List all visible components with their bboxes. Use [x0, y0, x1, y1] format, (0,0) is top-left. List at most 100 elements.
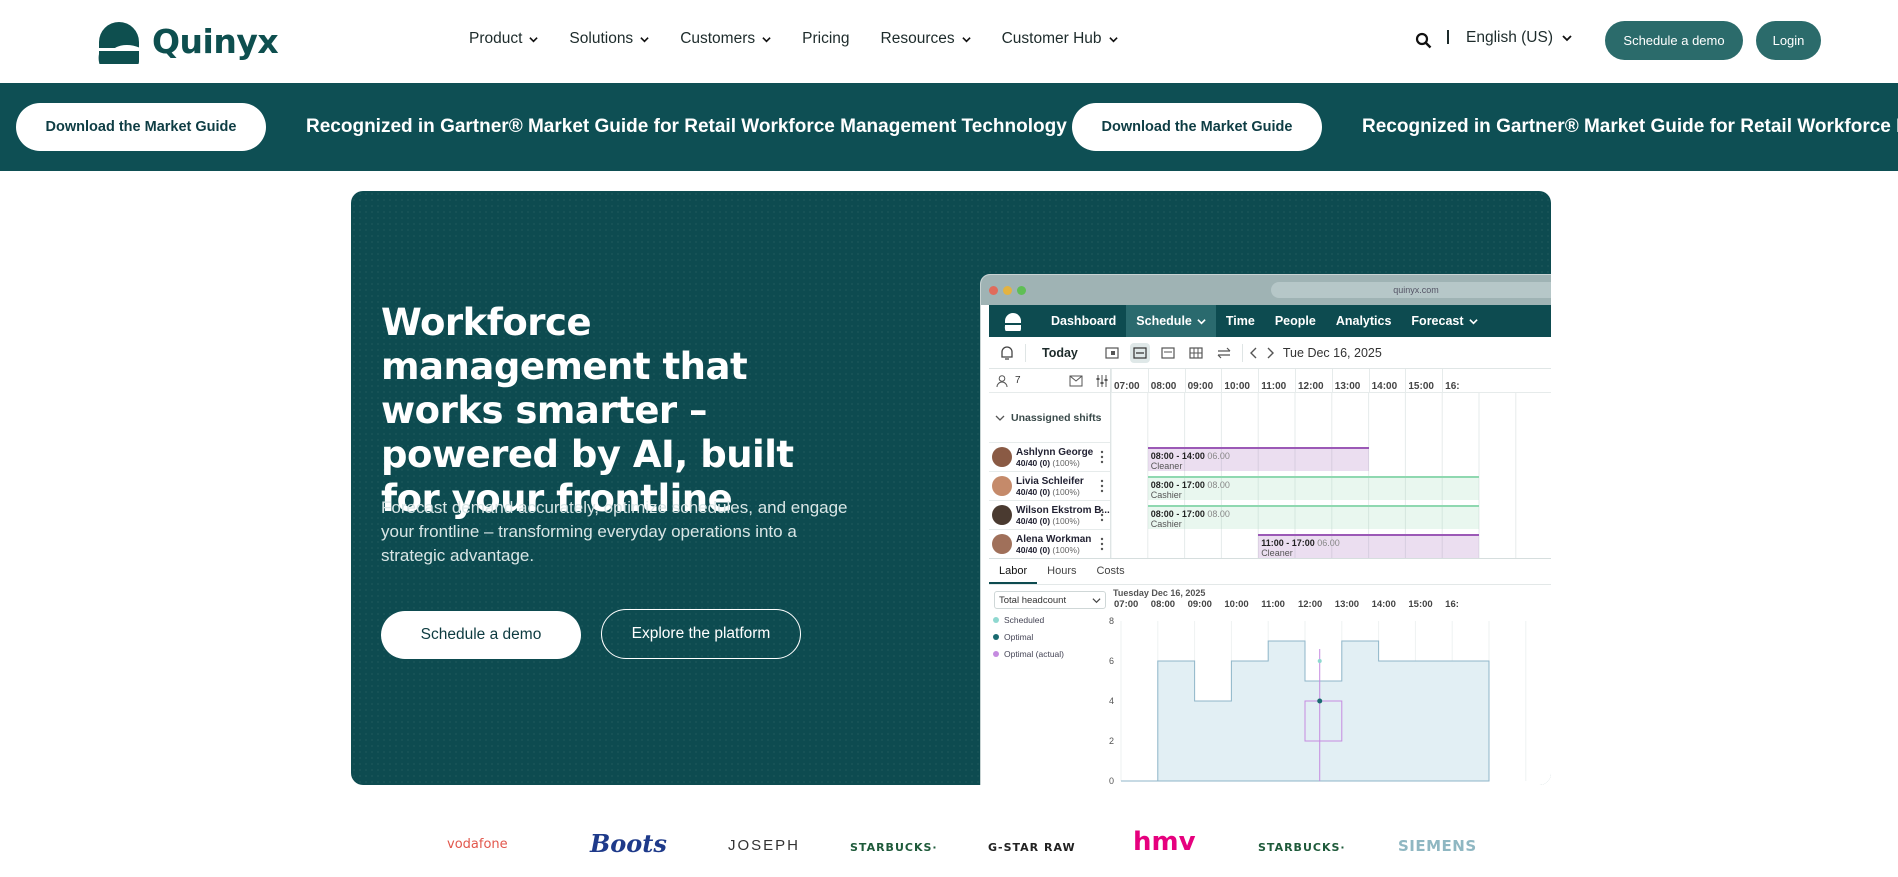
chart-date: Tuesday Dec 16, 2025 — [1113, 588, 1206, 598]
employee-name: Wilson Ekstrom B... — [1016, 504, 1110, 516]
hours-extra: (0) — [1039, 544, 1053, 555]
employee-hours: 40/40 (0) (100%) — [1016, 545, 1091, 555]
hour-label: 14:00 — [1368, 369, 1406, 392]
download-market-guide-button[interactable]: Download the Market Guide — [1072, 103, 1322, 151]
chevron-left-icon[interactable] — [1247, 343, 1261, 363]
shift-duration: 08.00 — [1207, 509, 1230, 519]
brand-logo[interactable]: Quinyx — [96, 18, 279, 64]
month-view-icon[interactable] — [1186, 343, 1206, 363]
hours-extra: (0) — [1039, 457, 1053, 468]
bell-icon[interactable] — [997, 343, 1017, 363]
day-view-icon[interactable] — [1102, 343, 1122, 363]
app-tab-people[interactable]: People — [1265, 305, 1326, 337]
nav-item-label: Customer Hub — [1001, 30, 1102, 47]
app-tab-forecast[interactable]: Forecast — [1401, 305, 1487, 337]
employee-name: Ashlynn George — [1016, 446, 1094, 458]
metric-select[interactable]: Total headcount — [994, 591, 1106, 609]
language-selector[interactable]: English (US) — [1466, 29, 1572, 47]
employee-row[interactable]: Ashlynn George 40/40 (0) (100%) — [989, 443, 1110, 472]
window-maximize-dot — [1017, 285, 1026, 295]
shift-time: 11:00 - 17:00 — [1261, 538, 1318, 548]
person-icon — [996, 374, 1008, 387]
more-options-icon[interactable] — [1100, 479, 1104, 493]
nav-item-resources[interactable]: Resources — [881, 30, 971, 48]
nav-item-product[interactable]: Product — [469, 30, 539, 48]
announcement-banner: Download the Market Guide Recognized in … — [0, 83, 1898, 171]
calendar-icon[interactable] — [1158, 343, 1178, 363]
employee-row[interactable]: Wilson Ekstrom B... 40/40 (0) (100%) — [989, 501, 1110, 530]
swap-icon[interactable] — [1214, 343, 1234, 363]
schedule-toolbar: Today Tue Dec 16, 2025 — [989, 337, 1551, 369]
shift-block[interactable]: 08:00 - 14:00 06.00 Cleaner — [1147, 447, 1369, 471]
shift-block[interactable]: 08:00 - 17:00 08.00 Cashier — [1147, 476, 1479, 500]
nav-item-customers[interactable]: Customers — [680, 30, 771, 48]
chevron-down-icon — [762, 36, 771, 42]
employee-name: Alena Workman — [1016, 533, 1092, 545]
tab-labor[interactable]: Labor — [989, 559, 1038, 584]
chevron-right-icon[interactable] — [1263, 343, 1277, 363]
legend-label: Optimal — [1004, 632, 1034, 642]
avatar — [992, 447, 1012, 467]
app-tab-analytics[interactable]: Analytics — [1326, 305, 1402, 337]
app-tab-label: Forecast — [1411, 314, 1464, 328]
hour-label: 15:00 — [1405, 369, 1442, 392]
more-options-icon[interactable] — [1100, 537, 1104, 551]
explore-platform-button[interactable]: Explore the platform — [601, 609, 801, 659]
browser-url: quinyx.com — [1271, 282, 1551, 298]
nav-item-customer-hub[interactable]: Customer Hub — [1002, 30, 1118, 48]
employee-name: Livia Schleifer — [1016, 475, 1084, 487]
shift-role: Cashier — [1150, 490, 1182, 500]
window-close-dot — [989, 285, 998, 295]
today-button[interactable]: Today — [1036, 344, 1084, 362]
y-tick-label: 2 — [1109, 736, 1114, 746]
employee-info: Ashlynn George 40/40 (0) (100%) — [1016, 447, 1093, 468]
week-view-icon[interactable] — [1129, 342, 1150, 363]
nav-item-pricing[interactable]: Pricing — [802, 30, 849, 48]
filter-icon[interactable] — [1095, 374, 1109, 388]
customer-logo-starbucks: STARBUCKS· — [850, 841, 938, 854]
app-tab-schedule[interactable]: Schedule — [1126, 305, 1216, 337]
hour-label: 12:00 — [1294, 369, 1332, 392]
employee-info: Alena Workman 40/40 (0) (100%) — [1016, 534, 1091, 555]
login-button[interactable]: Login — [1756, 21, 1821, 60]
more-options-icon[interactable] — [1100, 508, 1104, 522]
more-options-icon[interactable] — [1100, 450, 1104, 464]
shift-block[interactable]: 08:00 - 17:00 08.00 Cashier — [1147, 505, 1479, 529]
chevron-down-icon — [995, 415, 1005, 421]
customer-logo-siemens: SIEMENS — [1398, 837, 1477, 855]
legend-label: Scheduled — [1004, 615, 1045, 625]
shift-duration: 06.00 — [1207, 451, 1230, 461]
app-nav: Dashboard Schedule Time People Analytics Fore… — [989, 305, 1551, 337]
shift-role: Cleaner — [1261, 548, 1293, 558]
employee-row[interactable]: Alena Workman 40/40 (0) (100%) — [989, 530, 1110, 559]
hour-label: 16: — [1442, 369, 1479, 392]
app-tab-time[interactable]: Time — [1216, 305, 1265, 337]
shift-header: 08:00 - 17:00 08.00 — [1151, 480, 1476, 490]
tab-costs[interactable]: Costs — [1086, 559, 1134, 584]
app-tab-label: Schedule — [1136, 314, 1192, 328]
hour-label: 10:00 — [1221, 369, 1258, 392]
schedule-demo-button[interactable]: Schedule a demo — [1605, 21, 1743, 60]
legend-swatch — [993, 634, 999, 640]
search-icon[interactable] — [1415, 32, 1432, 49]
hours-value: 40/40 — [1016, 486, 1040, 497]
tab-hours[interactable]: Hours — [1037, 559, 1086, 584]
chevron-down-icon — [961, 36, 971, 42]
legend-swatch — [993, 651, 999, 657]
shift-block[interactable]: 11:00 - 17:00 06.00 Cleaner — [1258, 534, 1479, 558]
nav-item-solutions[interactable]: Solutions — [569, 30, 649, 48]
shift-duration: 06.00 — [1317, 538, 1340, 548]
hours-value: 40/40 — [1016, 544, 1040, 555]
optimal-point — [1317, 698, 1323, 704]
unassigned-shifts-toggle[interactable]: Unassigned shifts — [989, 393, 1110, 443]
employee-row[interactable]: Livia Schleifer 40/40 (0) (100%) — [989, 472, 1110, 501]
download-market-guide-button[interactable]: Download the Market Guide — [16, 103, 266, 151]
app-tab-dashboard[interactable]: Dashboard — [1041, 305, 1126, 337]
divider — [1241, 343, 1243, 362]
mail-icon[interactable] — [1069, 375, 1083, 387]
shift-duration: 08.00 — [1207, 480, 1230, 490]
window-minimize-dot — [1003, 285, 1012, 295]
shift-time: 08:00 - 17:00 — [1150, 509, 1208, 519]
customer-logo-vodafone: vodafone — [447, 837, 508, 852]
hero-schedule-demo-button[interactable]: Schedule a demo — [381, 611, 581, 659]
